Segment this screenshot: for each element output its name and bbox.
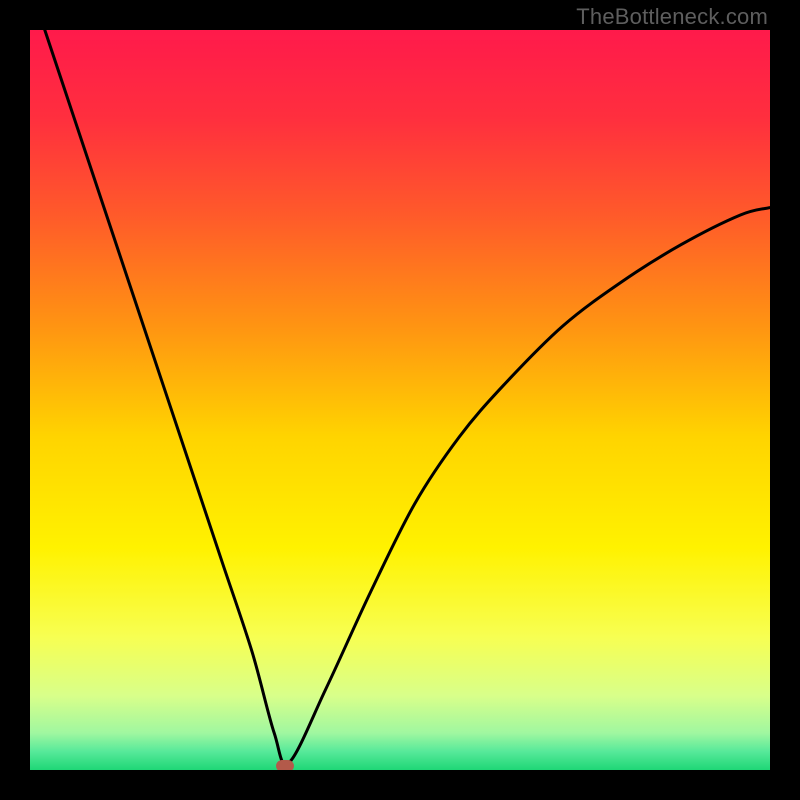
watermark-text: TheBottleneck.com bbox=[576, 4, 768, 30]
minimum-marker bbox=[276, 760, 294, 770]
chart-background-gradient bbox=[30, 30, 770, 770]
chart-plot-area bbox=[30, 30, 770, 770]
